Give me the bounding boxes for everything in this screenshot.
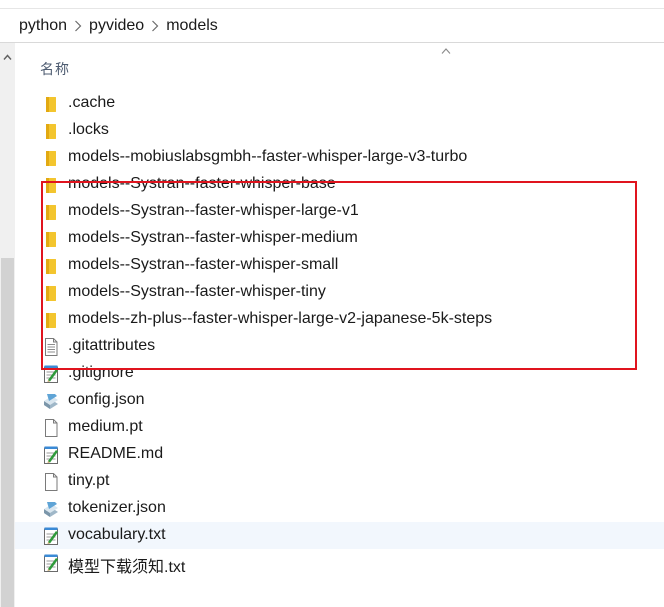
file-row[interactable]: .gitignore <box>15 360 664 387</box>
folder-icon <box>43 203 59 221</box>
chevron-right-icon[interactable] <box>144 9 166 42</box>
navigation-pane-scrollbar[interactable] <box>0 43 15 607</box>
file-name: models--Systran--faster-whisper-tiny <box>68 283 326 300</box>
json-file-icon <box>43 500 59 518</box>
file-row[interactable]: tokenizer.json <box>15 495 664 522</box>
breadcrumb-pyvideo[interactable]: pyvideo <box>89 17 144 35</box>
file-name: .gitattributes <box>68 337 156 354</box>
file-name: models--Systran--faster-whisper-large-v1 <box>68 202 359 219</box>
notepad-file-icon <box>43 446 59 464</box>
file-rows: .cache .locks models--mobiuslabsgmbh--fast… <box>15 90 664 576</box>
folder-icon <box>43 149 59 167</box>
file-name: models--Systran--faster-whisper-base <box>68 175 336 192</box>
file-row[interactable]: models--Systran--faster-whisper-small <box>15 252 664 279</box>
file-name: tiny.pt <box>68 472 110 489</box>
notepad-file-icon <box>43 554 59 572</box>
file-name: config.json <box>68 391 145 408</box>
file-row[interactable]: models--Systran--faster-whisper-tiny <box>15 279 664 306</box>
folder-icon <box>43 122 59 140</box>
breadcrumb-python[interactable]: python <box>19 17 67 35</box>
file-list-view[interactable]: 名称 .cache .locks models--mobiuslabsgmbh--f… <box>15 43 664 607</box>
json-file-icon <box>43 392 59 410</box>
file-row[interactable]: models--Systran--faster-whisper-large-v1 <box>15 198 664 225</box>
folder-icon <box>43 176 59 194</box>
file-row[interactable]: README.md <box>15 441 664 468</box>
file-row[interactable]: .locks <box>15 117 664 144</box>
file-row[interactable]: 模型下载须知.txt <box>15 549 664 576</box>
chevron-right-icon[interactable] <box>67 9 89 42</box>
file-name: medium.pt <box>68 418 143 435</box>
blank-file-icon <box>43 419 59 437</box>
file-name: README.md <box>68 445 164 462</box>
file-row[interactable]: models--zh-plus--faster-whisper-large-v2… <box>15 306 664 333</box>
file-row[interactable]: models--Systran--faster-whisper-medium <box>15 225 664 252</box>
scroll-up-arrow-icon[interactable] <box>3 53 12 62</box>
blank-file-icon <box>43 473 59 491</box>
address-bar[interactable]: python pyvideo models <box>0 9 664 43</box>
file-name: 模型下载须知.txt <box>68 559 186 576</box>
file-name: vocabulary.txt <box>68 526 166 543</box>
file-name: .locks <box>68 121 109 138</box>
folder-icon <box>43 230 59 248</box>
file-name: models--Systran--faster-whisper-small <box>68 256 339 273</box>
file-row[interactable]: .cache <box>15 90 664 117</box>
folder-icon <box>43 257 59 275</box>
file-name: models--mobiuslabsgmbh--faster-whisper-l… <box>68 148 468 165</box>
file-row[interactable]: models--Systran--faster-whisper-base <box>15 171 664 198</box>
breadcrumb-models[interactable]: models <box>166 17 218 35</box>
file-row[interactable]: models--mobiuslabsgmbh--faster-whisper-l… <box>15 144 664 171</box>
column-header-name[interactable]: 名称 <box>40 59 70 79</box>
window-top-strip <box>0 0 664 9</box>
file-name: models--Systran--faster-whisper-medium <box>68 229 358 246</box>
file-row[interactable]: medium.pt <box>15 414 664 441</box>
notepad-file-icon <box>43 527 59 545</box>
file-name: models--zh-plus--faster-whisper-large-v2… <box>68 310 493 327</box>
folder-icon <box>43 284 59 302</box>
file-row[interactable]: vocabulary.txt <box>15 522 664 549</box>
file-row[interactable]: config.json <box>15 387 664 414</box>
file-name: tokenizer.json <box>68 499 166 516</box>
file-row[interactable]: .gitattributes <box>15 333 664 360</box>
file-row[interactable]: tiny.pt <box>15 468 664 495</box>
file-name: .cache <box>68 94 116 111</box>
folder-icon <box>43 95 59 113</box>
scrollbar-thumb[interactable] <box>1 258 14 607</box>
file-name: .gitignore <box>68 364 134 381</box>
text-file-icon <box>43 338 59 356</box>
sort-ascending-icon <box>441 48 451 54</box>
folder-icon <box>43 311 59 329</box>
notepad-file-icon <box>43 365 59 383</box>
